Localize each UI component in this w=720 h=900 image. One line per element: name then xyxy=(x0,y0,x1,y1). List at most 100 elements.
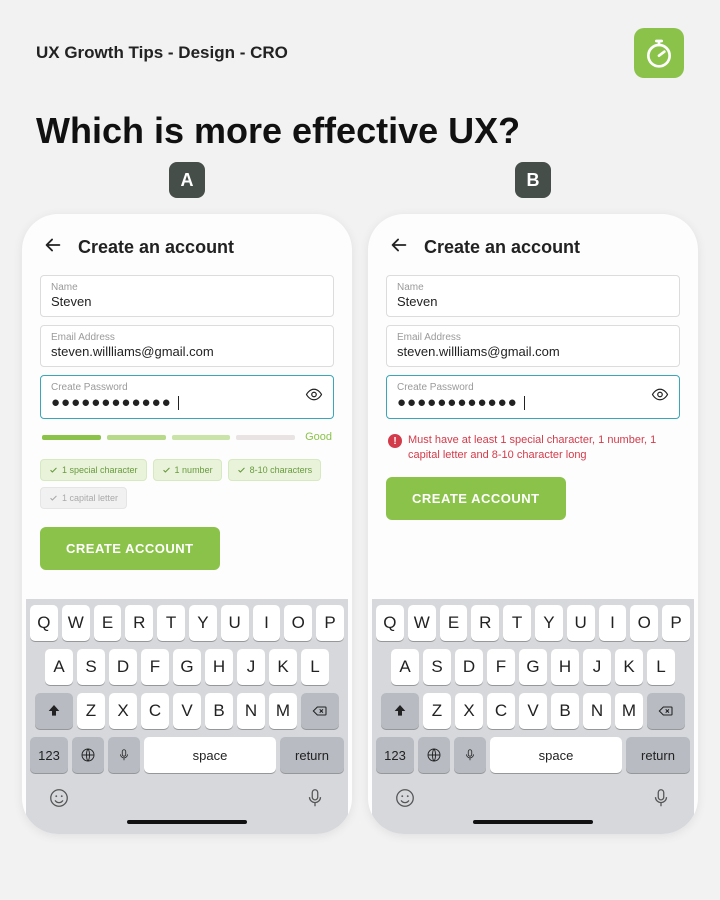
key-o[interactable]: O xyxy=(630,605,658,641)
key-h[interactable]: H xyxy=(205,649,233,685)
strength-seg-2 xyxy=(107,435,166,440)
key-j[interactable]: J xyxy=(237,649,265,685)
brand-stopwatch-icon xyxy=(634,28,684,78)
key-a[interactable]: A xyxy=(391,649,419,685)
key-u[interactable]: U xyxy=(567,605,595,641)
key-r[interactable]: R xyxy=(471,605,499,641)
emoji-icon[interactable] xyxy=(394,787,416,814)
key-i[interactable]: I xyxy=(253,605,281,641)
key-b[interactable]: B xyxy=(551,693,579,729)
key-m[interactable]: M xyxy=(269,693,297,729)
mic-key[interactable] xyxy=(108,737,140,773)
space-key[interactable]: space xyxy=(144,737,276,773)
key-p[interactable]: P xyxy=(316,605,344,641)
backspace-key[interactable] xyxy=(647,693,685,729)
key-n[interactable]: N xyxy=(583,693,611,729)
emoji-icon[interactable] xyxy=(48,787,70,814)
key-f[interactable]: F xyxy=(487,649,515,685)
key-l[interactable]: L xyxy=(301,649,329,685)
key-d[interactable]: D xyxy=(109,649,137,685)
key-y[interactable]: Y xyxy=(535,605,563,641)
key-e[interactable]: E xyxy=(94,605,122,641)
password-field[interactable]: Create Password ●●●●●●●●●●●● xyxy=(40,375,334,419)
key-b[interactable]: B xyxy=(205,693,233,729)
key-a[interactable]: A xyxy=(45,649,73,685)
error-message: ! Must have at least 1 special character… xyxy=(386,433,680,463)
text-cursor xyxy=(178,396,179,410)
eye-icon[interactable] xyxy=(651,386,669,409)
key-w[interactable]: W xyxy=(62,605,90,641)
shift-key[interactable] xyxy=(381,693,419,729)
strength-seg-3 xyxy=(172,435,231,440)
key-x[interactable]: X xyxy=(109,693,137,729)
key-f[interactable]: F xyxy=(141,649,169,685)
key-h[interactable]: H xyxy=(551,649,579,685)
email-value: steven.willliams@gmail.com xyxy=(397,344,669,359)
key-s[interactable]: S xyxy=(77,649,105,685)
key-q[interactable]: Q xyxy=(376,605,404,641)
key-w[interactable]: W xyxy=(408,605,436,641)
key-q[interactable]: Q xyxy=(30,605,58,641)
key-k[interactable]: K xyxy=(615,649,643,685)
key-v[interactable]: V xyxy=(173,693,201,729)
key-g[interactable]: G xyxy=(173,649,201,685)
key-z[interactable]: Z xyxy=(423,693,451,729)
key-p[interactable]: P xyxy=(662,605,690,641)
key-m[interactable]: M xyxy=(615,693,643,729)
key-d[interactable]: D xyxy=(455,649,483,685)
variant-badge-b: B xyxy=(515,162,551,198)
key-i[interactable]: I xyxy=(599,605,627,641)
back-arrow-icon[interactable] xyxy=(42,234,64,261)
email-field[interactable]: Email Address steven.willliams@gmail.com xyxy=(386,325,680,367)
numbers-key[interactable]: 123 xyxy=(376,737,414,773)
header-title: UX Growth Tips - Design - CRO xyxy=(36,43,288,63)
shift-key[interactable] xyxy=(35,693,73,729)
key-x[interactable]: X xyxy=(455,693,483,729)
screen-title: Create an account xyxy=(424,237,580,258)
key-z[interactable]: Z xyxy=(77,693,105,729)
key-g[interactable]: G xyxy=(519,649,547,685)
globe-key[interactable] xyxy=(418,737,450,773)
key-u[interactable]: U xyxy=(221,605,249,641)
numbers-key[interactable]: 123 xyxy=(30,737,68,773)
return-key[interactable]: return xyxy=(626,737,690,773)
email-field[interactable]: Email Address steven.willliams@gmail.com xyxy=(40,325,334,367)
email-label: Email Address xyxy=(397,332,669,343)
eye-icon[interactable] xyxy=(305,386,323,409)
key-c[interactable]: C xyxy=(487,693,515,729)
strength-seg-1 xyxy=(42,435,101,440)
space-key[interactable]: space xyxy=(490,737,622,773)
email-value: steven.willliams@gmail.com xyxy=(51,344,323,359)
strength-label: Good xyxy=(305,431,332,443)
key-t[interactable]: T xyxy=(157,605,185,641)
create-account-button[interactable]: CREATE ACCOUNT xyxy=(386,477,566,520)
name-field[interactable]: Name Steven xyxy=(386,275,680,317)
email-label: Email Address xyxy=(51,332,323,343)
key-n[interactable]: N xyxy=(237,693,265,729)
key-v[interactable]: V xyxy=(519,693,547,729)
key-j[interactable]: J xyxy=(583,649,611,685)
variant-badge-a: A xyxy=(169,162,205,198)
dictate-icon[interactable] xyxy=(304,787,326,814)
globe-key[interactable] xyxy=(72,737,104,773)
mic-key[interactable] xyxy=(454,737,486,773)
return-key[interactable]: return xyxy=(280,737,344,773)
key-k[interactable]: K xyxy=(269,649,297,685)
backspace-key[interactable] xyxy=(301,693,339,729)
create-account-button[interactable]: CREATE ACCOUNT xyxy=(40,527,220,570)
dictate-icon[interactable] xyxy=(650,787,672,814)
name-field[interactable]: Name Steven xyxy=(40,275,334,317)
key-r[interactable]: R xyxy=(125,605,153,641)
key-y[interactable]: Y xyxy=(189,605,217,641)
key-l[interactable]: L xyxy=(647,649,675,685)
back-arrow-icon[interactable] xyxy=(388,234,410,261)
rule-chip: 1 number xyxy=(153,459,222,481)
key-c[interactable]: C xyxy=(141,693,169,729)
password-field[interactable]: Create Password ●●●●●●●●●●●● xyxy=(386,375,680,419)
name-label: Name xyxy=(397,282,669,293)
key-e[interactable]: E xyxy=(440,605,468,641)
key-o[interactable]: O xyxy=(284,605,312,641)
key-s[interactable]: S xyxy=(423,649,451,685)
key-t[interactable]: T xyxy=(503,605,531,641)
name-value: Steven xyxy=(51,294,323,309)
